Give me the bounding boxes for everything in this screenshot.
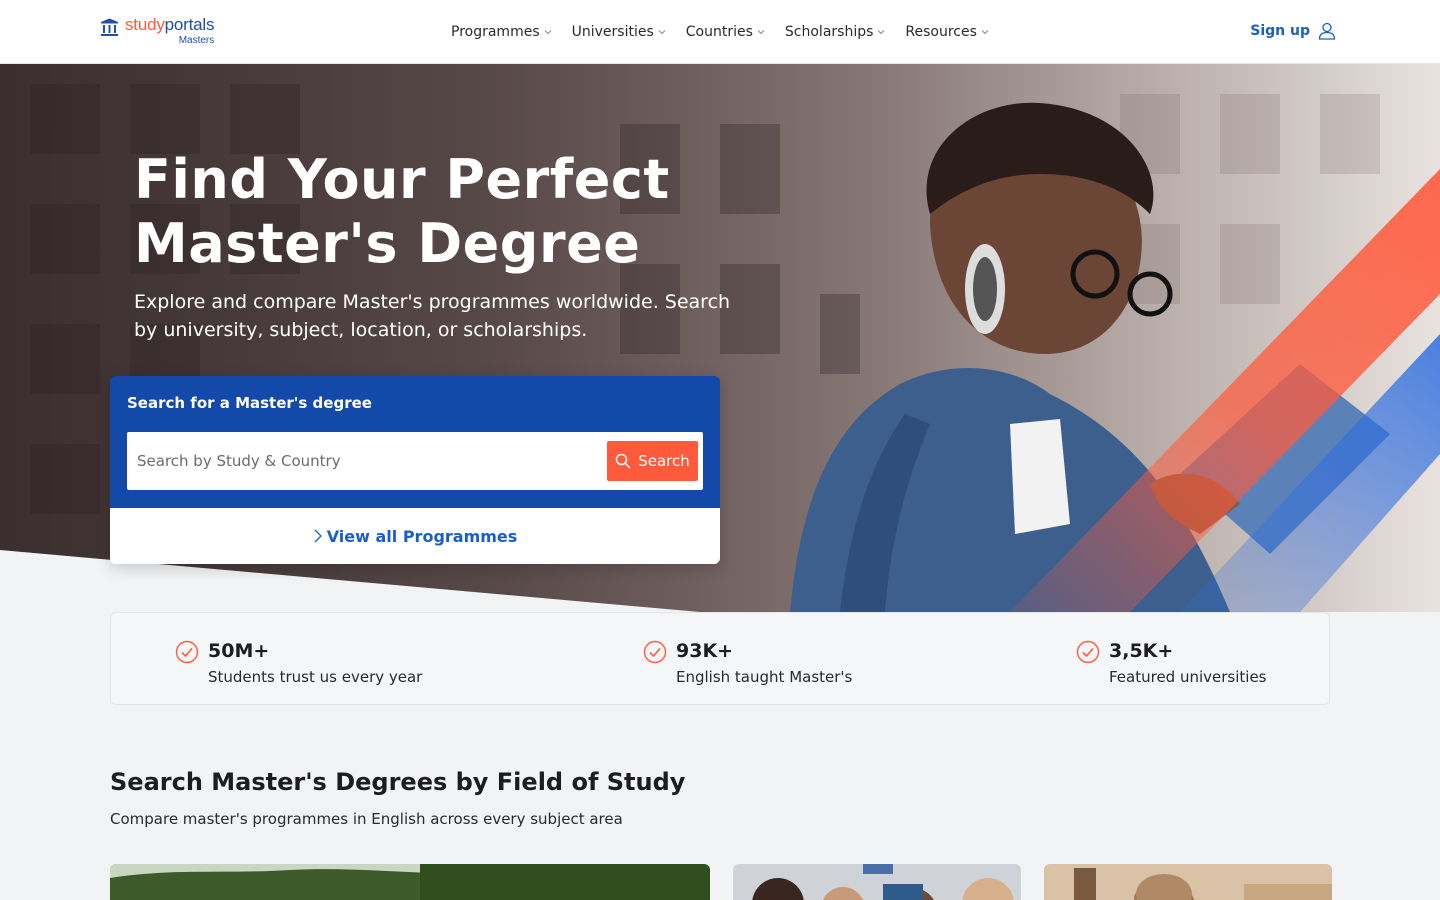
fields-section-title: Search Master's Degrees by Field of Stud…: [110, 768, 686, 796]
stat-universities: 3,5K+ Featured universities: [1076, 639, 1267, 691]
nav-item-scholarships[interactable]: Scholarships: [785, 24, 885, 40]
logo-text-study: study: [125, 15, 165, 34]
signup-button[interactable]: Sign up: [1250, 22, 1336, 40]
field-card-image-architecture: [1044, 864, 1332, 900]
nav-item-resources[interactable]: Resources: [905, 24, 989, 40]
nav-item-label: Universities: [571, 24, 654, 40]
view-all-programmes-link[interactable]: View all Programmes: [110, 508, 720, 564]
nav-item-label: Programmes: [451, 24, 540, 40]
stats-bar: 50M+ Students trust us every year 93K+ E…: [110, 612, 1330, 705]
search-button[interactable]: Search: [607, 441, 698, 481]
chevron-down-icon: [981, 30, 989, 35]
search-input[interactable]: [137, 452, 607, 470]
check-circle-icon: [643, 640, 667, 664]
field-card-nature[interactable]: [110, 864, 710, 900]
hero-subtitle: Explore and compare Master's programmes …: [134, 291, 731, 341]
chevron-right-icon: [314, 529, 322, 543]
studyportals-logo[interactable]: studyportals Masters: [100, 16, 214, 50]
search-button-label: Search: [638, 452, 690, 470]
check-circle-icon: [175, 640, 199, 664]
view-all-label: View all Programmes: [326, 526, 518, 546]
field-card-architecture[interactable]: [1044, 864, 1332, 900]
nav-item-label: Scholarships: [784, 24, 874, 40]
search-icon: [615, 453, 631, 469]
chevron-down-icon: [544, 30, 551, 35]
chevron-down-icon: [658, 30, 666, 35]
logo-product-label: Masters: [178, 35, 215, 46]
nav-item-universities[interactable]: Universities: [572, 24, 666, 40]
stat-value: 3,5K+: [1109, 640, 1174, 662]
nav-item-countries[interactable]: Countries: [686, 24, 765, 40]
search-box: Search: [127, 432, 703, 490]
logo-text: studyportals: [125, 16, 214, 33]
stat-value: 50M+: [208, 640, 270, 662]
nav-item-label: Countries: [685, 24, 753, 40]
hero-title: Find Your Perfect Master's Degree: [134, 148, 670, 275]
stat-students: 50M+ Students trust us every year: [175, 639, 422, 691]
logo-text-portals: portals: [164, 15, 215, 34]
field-card-image-nature: [110, 864, 710, 900]
search-card: Search for a Master's degree Search View…: [110, 376, 720, 564]
stat-label: English taught Master's: [676, 668, 853, 686]
main-nav: Programmes Universities Countries Schola…: [451, 0, 989, 64]
search-panel: Search for a Master's degree Search: [110, 376, 720, 508]
logo-wordmark: studyportals Masters: [125, 16, 214, 46]
fields-section-subtitle: Compare master's programmes in English a…: [110, 810, 623, 828]
check-circle-icon: [1076, 640, 1100, 664]
search-label: Search for a Master's degree: [127, 394, 372, 412]
stat-value: 93K+: [676, 640, 734, 662]
site-header: studyportals Masters Programmes Universi…: [0, 0, 1440, 64]
field-card-image-students: [733, 864, 1021, 900]
nav-item-programmes[interactable]: Programmes: [451, 24, 552, 40]
user-icon: [1318, 22, 1336, 40]
chevron-down-icon: [878, 30, 885, 35]
stat-label: Students trust us every year: [208, 668, 423, 686]
university-columns-icon: [101, 18, 118, 36]
stat-english-masters: 93K+ English taught Master's: [643, 639, 852, 691]
chevron-down-icon: [757, 30, 765, 35]
stat-label: Featured universities: [1109, 668, 1267, 686]
nav-item-label: Resources: [905, 24, 977, 40]
signup-label: Sign up: [1250, 23, 1310, 39]
field-card-students[interactable]: [733, 864, 1021, 900]
